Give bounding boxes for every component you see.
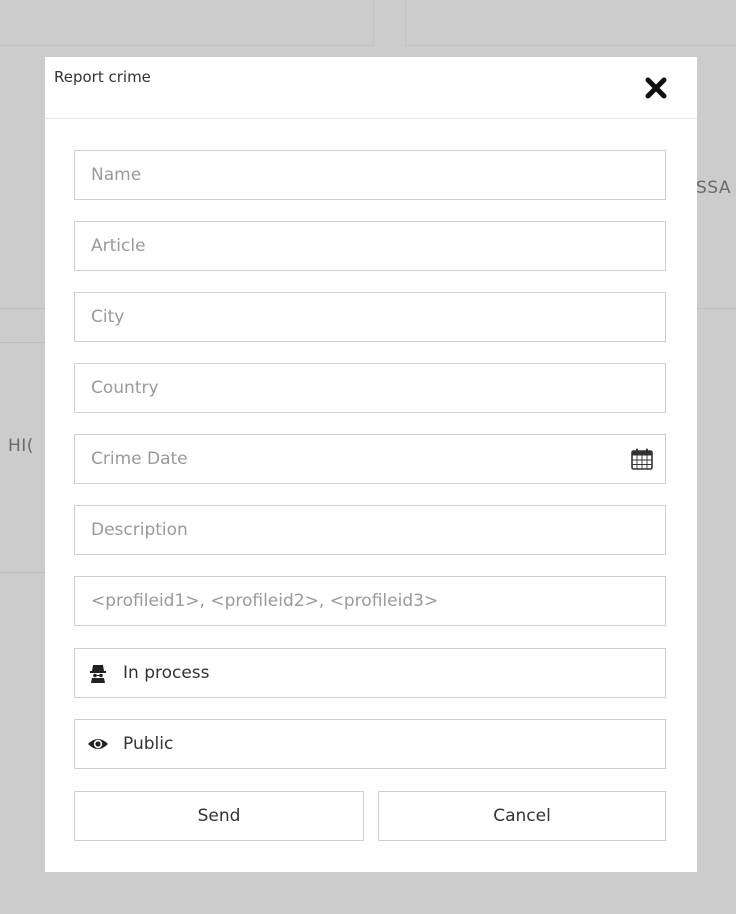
name-input[interactable]: [75, 151, 665, 199]
article-field: [74, 221, 666, 271]
country-input[interactable]: [75, 364, 665, 412]
visibility-select[interactable]: Public: [74, 719, 666, 769]
city-field: [74, 292, 666, 342]
background-divider: [0, 308, 45, 309]
article-input[interactable]: [75, 222, 665, 270]
description-input[interactable]: [75, 506, 665, 554]
crime-date-input[interactable]: [75, 435, 665, 483]
cancel-button[interactable]: Cancel: [378, 791, 666, 841]
status-select-value: In process: [123, 663, 210, 683]
background-divider: [0, 342, 45, 343]
country-field: [74, 363, 666, 413]
background-text-right: SSA: [696, 178, 732, 198]
profiles-input[interactable]: [75, 577, 665, 625]
calendar-icon[interactable]: [629, 447, 655, 471]
modal-title: Report crime: [54, 68, 151, 86]
eye-icon: [87, 733, 109, 755]
status-select[interactable]: In process: [74, 648, 666, 698]
close-button[interactable]: [643, 75, 669, 101]
visibility-select-value: Public: [123, 734, 174, 754]
name-field: [74, 150, 666, 200]
description-field: [74, 505, 666, 555]
crime-date-field: [74, 434, 666, 484]
profiles-field: [74, 576, 666, 626]
detective-icon: [87, 662, 109, 684]
close-icon: [645, 77, 667, 99]
report-crime-modal: Report crime Name Article City Country C…: [45, 57, 697, 872]
background-card-right: [405, 0, 736, 46]
background-divider: [0, 572, 45, 573]
send-button[interactable]: Send: [74, 791, 364, 841]
modal-header: Report crime: [45, 57, 697, 119]
background-card-left: [0, 0, 374, 46]
city-input[interactable]: [75, 293, 665, 341]
background-divider: [697, 308, 736, 309]
background-text-left: HI(: [8, 436, 34, 456]
